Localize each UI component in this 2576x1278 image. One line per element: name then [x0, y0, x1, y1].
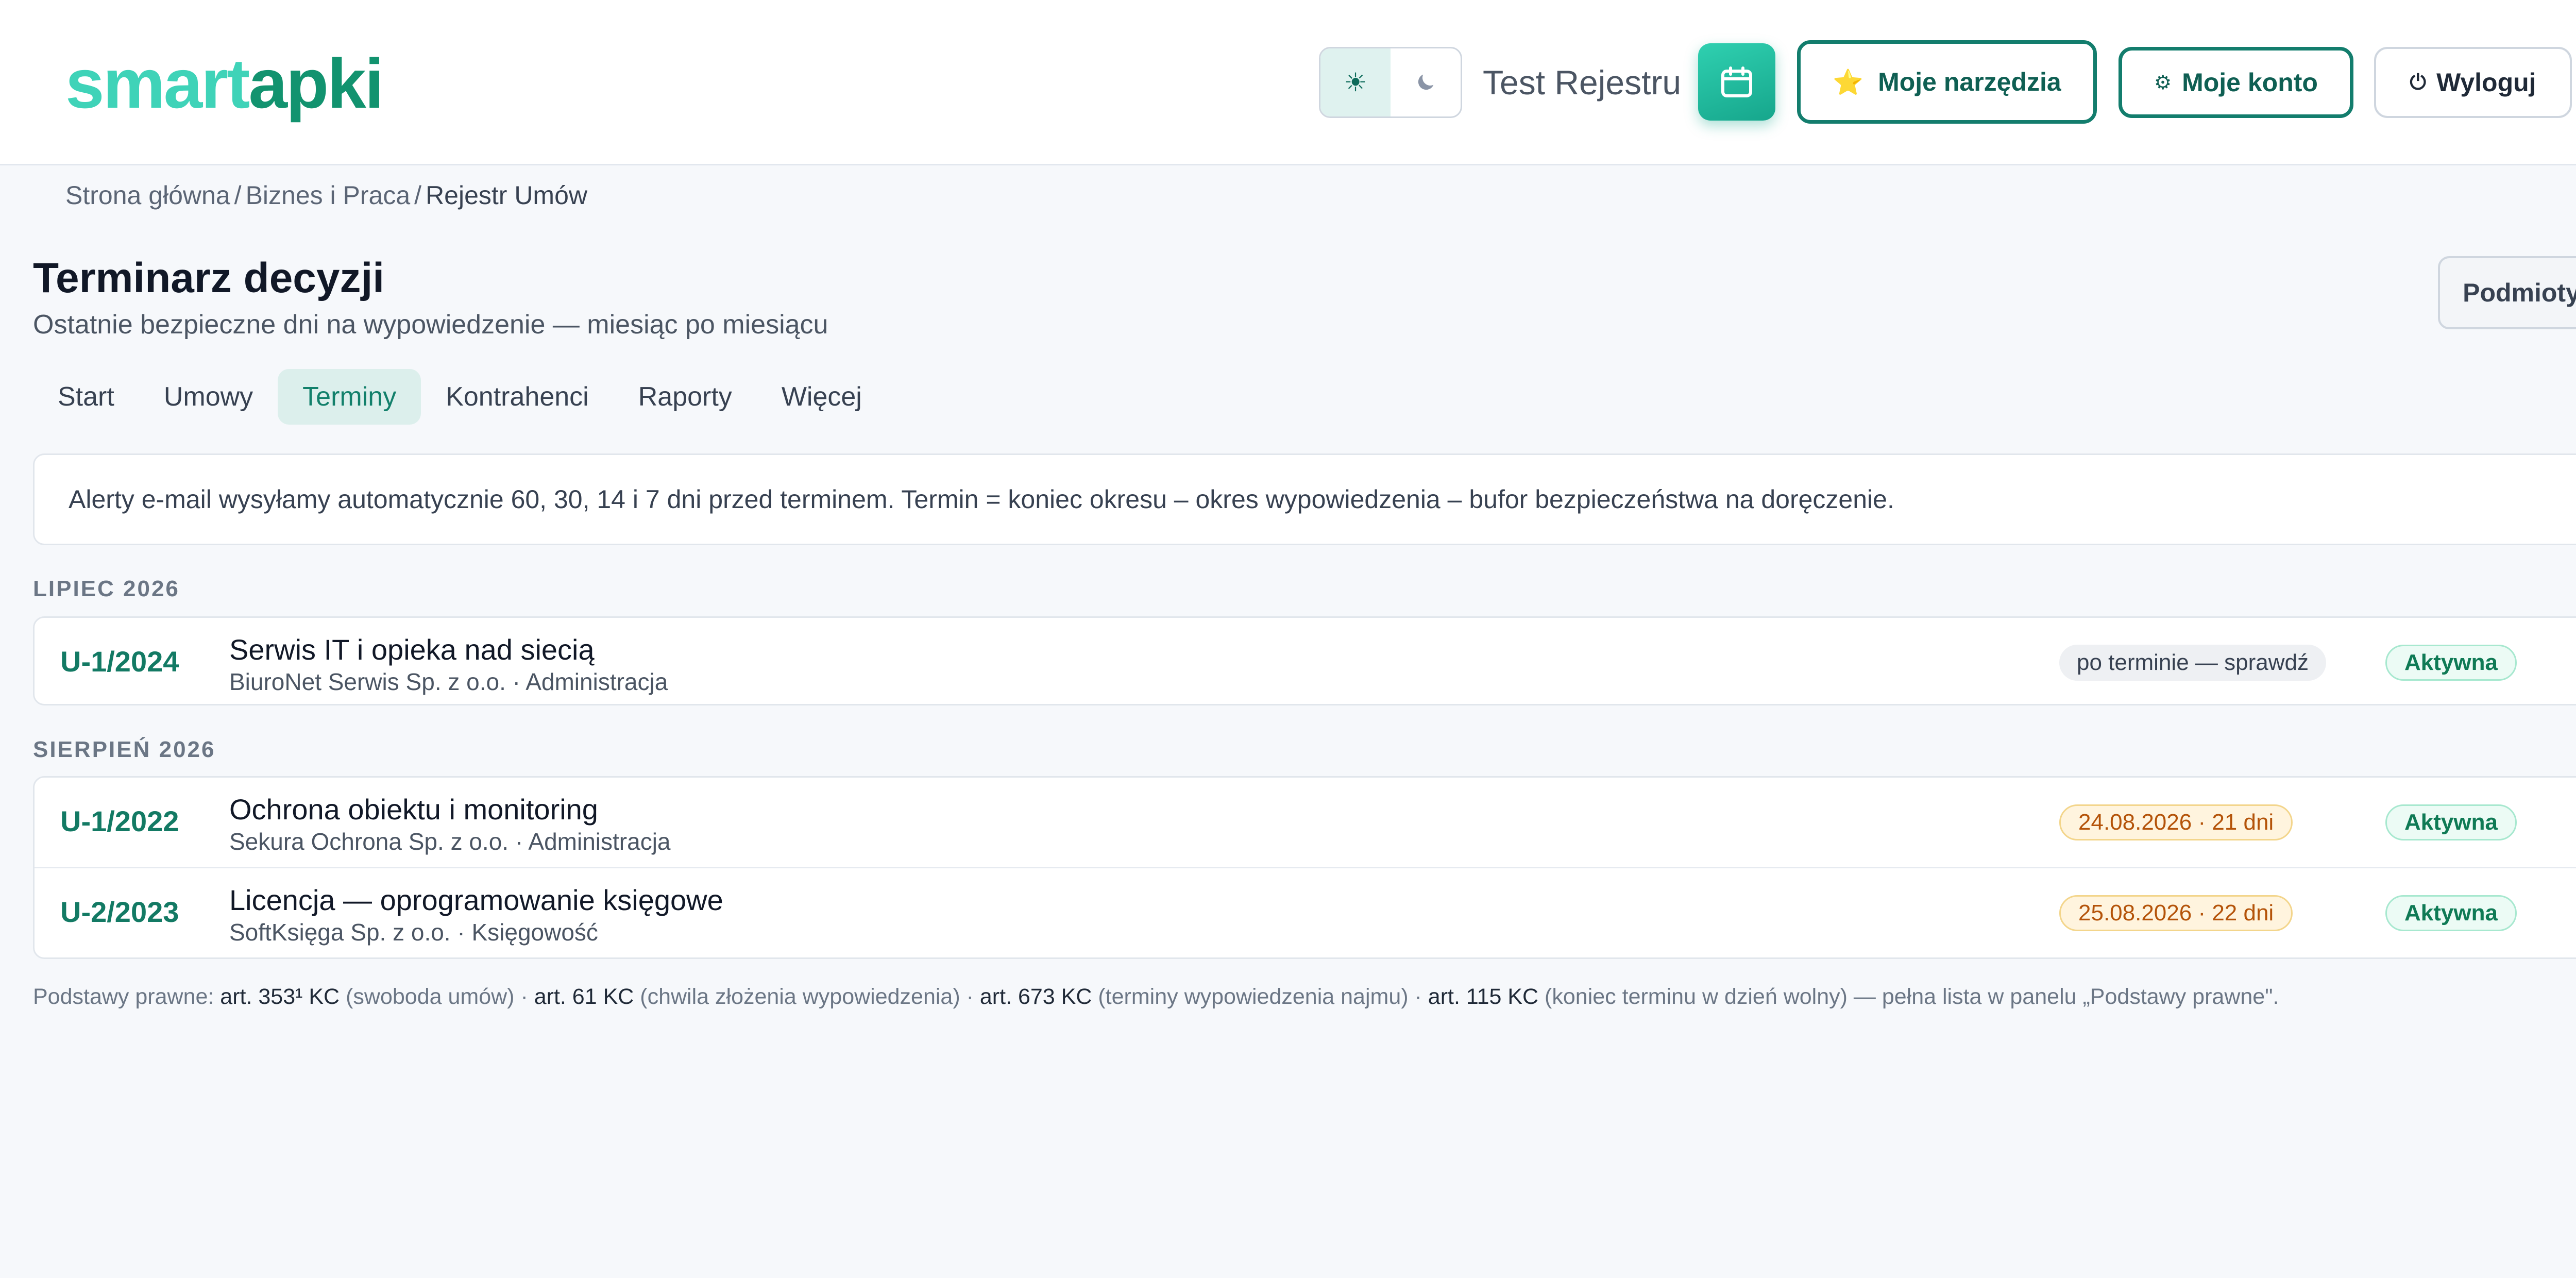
tab-reports[interactable]: Raporty	[614, 369, 757, 425]
dark-theme-button[interactable]	[1391, 48, 1461, 116]
my-tools-label: Moje narzędzia	[1878, 68, 2061, 96]
contract-title[interactable]: Ochrona obiektu i monitoring	[229, 792, 598, 827]
breadcrumb-current: Rejestr Umów	[426, 181, 588, 210]
contract-meta: SoftKsięga Sp. z o.o. · Księgowość	[229, 919, 598, 946]
legal-desc: (chwila złożenia wypowiedzenia)	[634, 984, 960, 1009]
tab-more[interactable]: Więcej	[757, 369, 887, 425]
month-heading: LIPIEC 2026	[33, 576, 180, 601]
breadcrumb-separator: /	[234, 181, 242, 210]
top-bar: smartapki ☀ Test Rejestru ⭐ Moje narzędz…	[0, 0, 2576, 165]
legal-desc: (terminy wypowiedzenia najmu)	[1092, 984, 1409, 1009]
contract-title[interactable]: Licencja — oprogramowanie księgowe	[229, 883, 723, 918]
page-subtitle: Ostatnie bezpieczne dni na wypowiedzenie…	[33, 310, 828, 340]
my-account-label: Moje konto	[2182, 68, 2318, 97]
deadline-list: U-1/2024 Serwis IT i opieka nad siecią B…	[33, 616, 2576, 705]
power-icon: ⏻	[2410, 71, 2427, 94]
contract-meta: Sekura Ochrona Sp. z o.o. · Administracj…	[229, 828, 671, 855]
legal-separator: ·	[960, 984, 980, 1009]
gear-icon: ⚙	[2154, 72, 2172, 94]
contract-ref[interactable]: U-1/2022	[60, 803, 179, 839]
breadcrumb: Strona główna / Biznes i Praca / Rejestr…	[65, 179, 587, 212]
status-badge: Aktywna	[2385, 645, 2517, 681]
status-badge: Aktywna	[2385, 804, 2517, 840]
entities-button[interactable]: Podmioty	[2438, 256, 2576, 329]
deadline-badge: 24.08.2026 · 21 dni	[2059, 804, 2293, 840]
tab-deadlines[interactable]: Terminy	[278, 369, 421, 425]
my-account-button[interactable]: ⚙ Moje konto	[2119, 47, 2353, 118]
legal-code: art. 673 KC	[979, 984, 1092, 1009]
deadline-badge: po terminie — sprawdź	[2059, 645, 2326, 681]
contract-ref[interactable]: U-2/2023	[60, 894, 179, 930]
logout-button[interactable]: ⏻ Wyloguj	[2374, 47, 2572, 118]
legal-suffix: — pełna lista w panelu „Podstawy prawne"…	[1847, 984, 2279, 1009]
tab-start[interactable]: Start	[33, 369, 139, 425]
breadcrumb-business[interactable]: Biznes i Praca	[246, 179, 411, 212]
contract-meta: BiuroNet Serwis Sp. z o.o. · Administrac…	[229, 668, 668, 695]
deadline-badge: 25.08.2026 · 22 dni	[2059, 895, 2293, 931]
info-alert: Alerty e-mail wysyłamy automatycznie 60,…	[33, 453, 2576, 545]
legal-separator: ·	[514, 984, 534, 1009]
tab-contractors[interactable]: Kontrahenci	[421, 369, 614, 425]
sun-icon: ☀	[1344, 68, 1367, 97]
legal-separator: ·	[1408, 984, 1428, 1009]
contract-title[interactable]: Serwis IT i opieka nad siecią	[229, 632, 595, 667]
logo-part-smart: smart	[65, 44, 250, 123]
legal-prefix: Podstawy prawne:	[33, 984, 221, 1009]
my-tools-button[interactable]: ⭐ Moje narzędzia	[1797, 40, 2097, 124]
calendar-button[interactable]	[1698, 43, 1775, 121]
calendar-icon	[1721, 66, 1752, 97]
status-badge: Aktywna	[2385, 895, 2517, 931]
legal-desc: (swoboda umów)	[340, 984, 515, 1009]
tab-bar: Start Umowy Terminy Kontrahenci Raporty …	[33, 369, 887, 425]
deadline-row[interactable]: U-2/2023 Licencja — oprogramowanie księg…	[35, 867, 2576, 956]
deadline-row[interactable]: U-1/2024 Serwis IT i opieka nad siecią B…	[35, 618, 2576, 704]
month-heading: SIERPIEŃ 2026	[33, 737, 216, 762]
deadline-row[interactable]: U-1/2022 Ochrona obiektu i monitoring Se…	[35, 778, 2576, 867]
theme-toggle: ☀	[1319, 47, 1462, 118]
legal-code: art. 61 KC	[534, 984, 634, 1009]
light-theme-button[interactable]: ☀	[1320, 48, 1391, 116]
logo-part-apki: apki	[248, 44, 384, 123]
legal-code: art. 115 KC	[1428, 984, 1539, 1009]
moon-icon	[1418, 74, 1434, 90]
logo[interactable]: smartapki	[65, 42, 384, 125]
user-name: Test Rejestru	[1483, 63, 1682, 102]
deadline-list: U-1/2022 Ochrona obiektu i monitoring Se…	[33, 776, 2576, 959]
legal-desc: (koniec terminu w dzień wolny)	[1538, 984, 1848, 1009]
breadcrumb-separator: /	[414, 181, 422, 210]
legal-code: art. 353¹ KC	[220, 984, 340, 1009]
logout-label: Wyloguj	[2436, 68, 2536, 97]
legal-basis-note: Podstawy prawne: art. 353¹ KC (swoboda u…	[33, 981, 2279, 1012]
tab-contracts[interactable]: Umowy	[139, 369, 278, 425]
breadcrumb-home[interactable]: Strona główna	[65, 179, 230, 212]
contract-ref[interactable]: U-1/2024	[60, 644, 179, 680]
page-title: Terminarz decyzji	[33, 255, 385, 301]
star-icon: ⭐	[1833, 69, 1864, 96]
